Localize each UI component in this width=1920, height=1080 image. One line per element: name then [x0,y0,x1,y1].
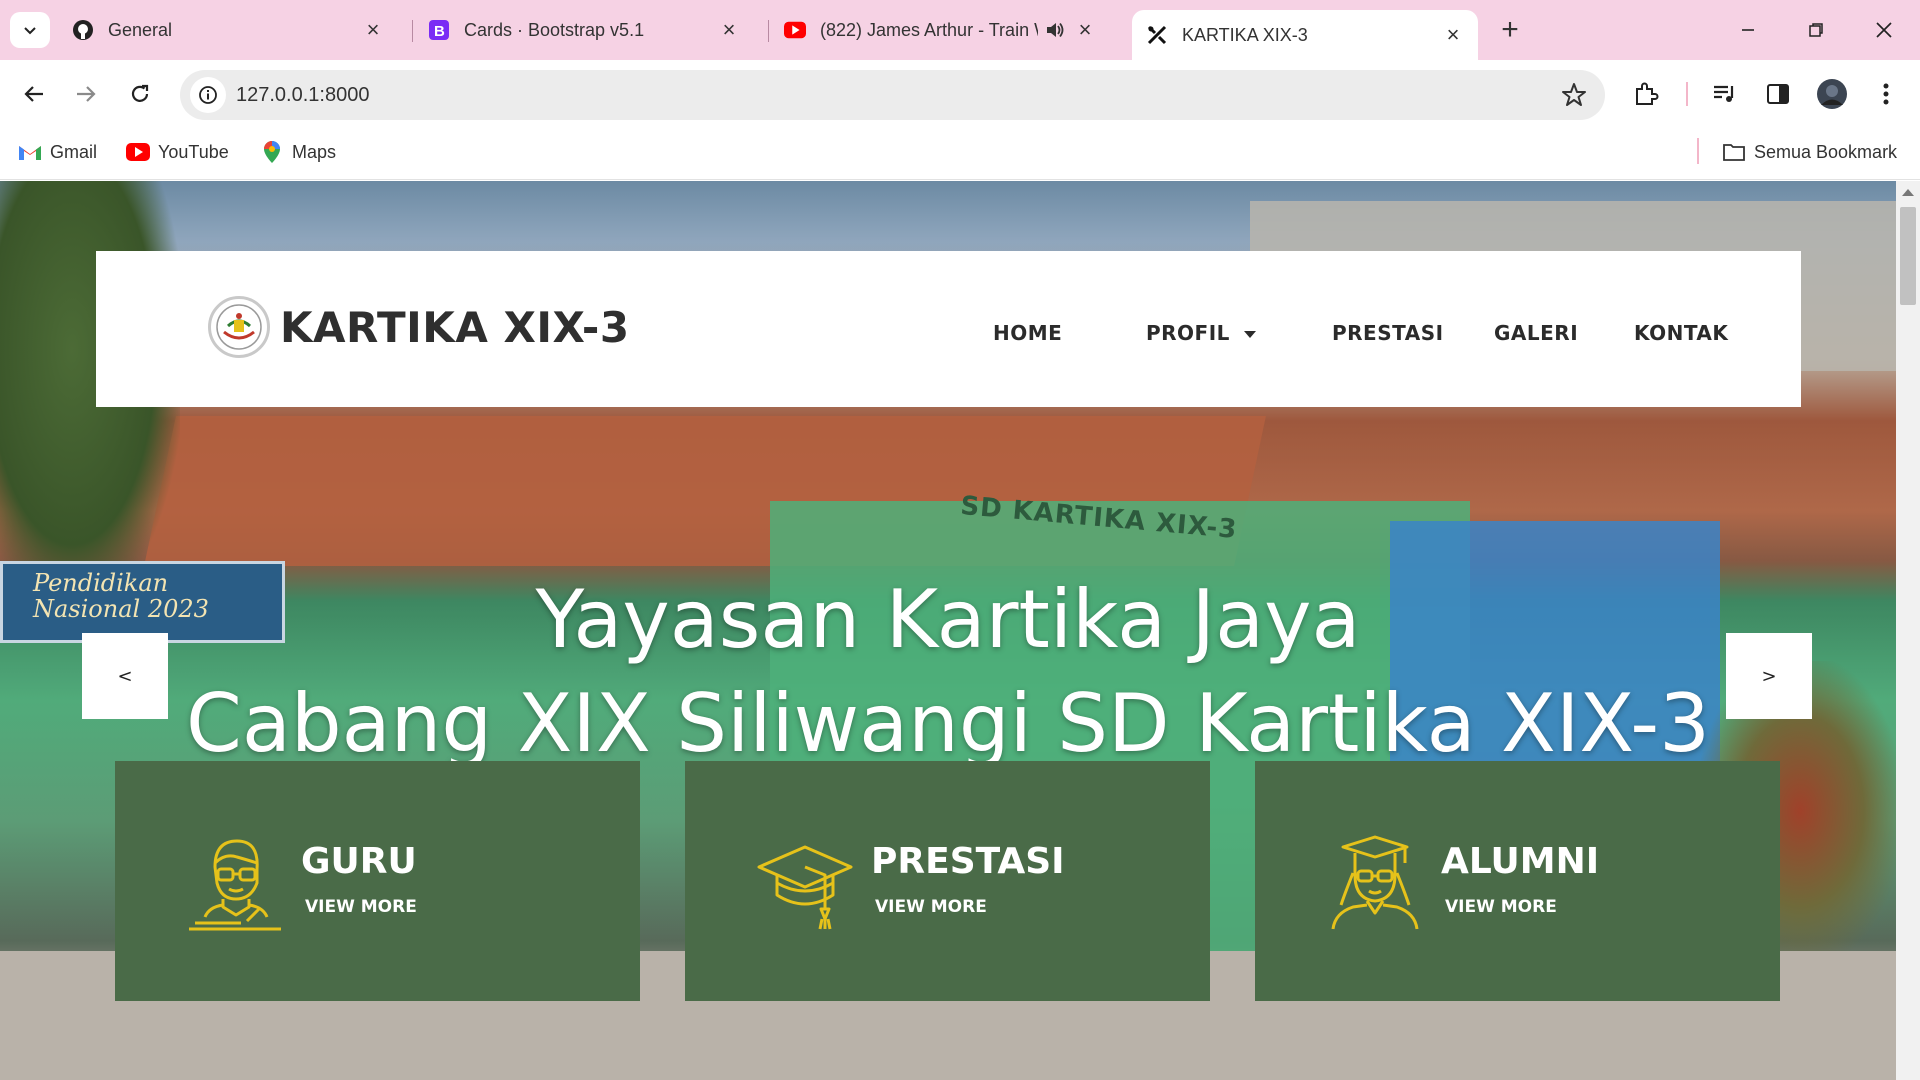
all-bookmarks[interactable]: Semua Bookmark [1722,140,1897,164]
reload-icon [131,84,149,102]
media-control-icon[interactable] [1706,76,1742,112]
forward-button[interactable] [66,74,106,114]
bookmarks-bar: Gmail YouTube Maps Semua Bookmark [0,128,1920,180]
speaker-icon[interactable] [1044,19,1066,41]
reload-button[interactable] [120,74,160,114]
new-tab-button[interactable]: + [1494,13,1526,46]
extensions-icon[interactable] [1628,76,1664,112]
scroll-thumb[interactable] [1900,207,1916,305]
close-icon[interactable]: × [1442,22,1464,47]
minimize-button[interactable] [1728,12,1768,48]
site-info-icon[interactable] [190,77,226,113]
minimize-icon [1742,29,1754,31]
close-window-button[interactable] [1864,12,1904,48]
hero-title-line-1: Yayasan Kartika Jaya [535,573,1361,666]
tab-title: Cards · Bootstrap v5.1 [464,19,645,40]
card-guru[interactable]: GURU VIEW MORE [115,761,640,1001]
youtube-icon [126,140,150,164]
restore-icon [1809,23,1823,37]
url-text[interactable]: 127.0.0.1:8000 [236,84,369,107]
bookmark-label: YouTube [158,141,229,162]
folder-icon [1722,140,1746,164]
tab-title: General [108,19,173,40]
tab-title: KARTIKA XIX-3 [1182,24,1308,45]
site-icon [1146,24,1168,46]
arrow-right-icon [77,86,96,102]
bookmark-star-icon[interactable] [1561,82,1587,113]
close-icon[interactable]: × [718,17,740,42]
svg-text:B: B [434,23,445,40]
close-icon[interactable]: × [362,17,384,42]
nav-home[interactable]: HOME [993,321,1062,345]
site-navbar: KARTIKA XIX-3 HOME PROFIL PRESTASI GALER… [96,251,1801,407]
card-prestasi[interactable]: PRESTASI VIEW MORE [685,761,1210,1001]
card-title: PRESTASI [871,841,1065,882]
menu-kebab-icon[interactable] [1868,76,1904,112]
tab-title: (822) James Arthur - Train W [820,19,1038,40]
bookmark-label: Gmail [50,141,98,162]
nav-galeri[interactable]: GALERI [1494,321,1578,345]
caret-down-icon [1243,331,1256,338]
tab-general[interactable]: General × [58,10,398,50]
chevron-down-icon [24,27,36,35]
view-more-link[interactable]: VIEW MORE [875,897,987,917]
maps-icon [260,140,284,164]
scroll-up-arrow-icon[interactable] [1902,189,1914,196]
tab-strip: General × B Cards · Bootstrap v5.1 × (82… [0,0,1920,60]
github-icon [72,19,94,41]
bookmark-maps[interactable]: Maps [260,140,336,164]
bootstrap-icon: B [428,19,450,41]
hero-title-line-2: Cabang XIX Siliwangi SD Kartika XIX-3 [185,677,1711,770]
nav-prestasi[interactable]: PRESTASI [1332,321,1444,345]
graduation-cap-icon [757,845,853,930]
card-title: ALUMNI [1441,841,1600,882]
tab-bootstrap[interactable]: B Cards · Bootstrap v5.1 × [414,10,754,50]
profile-avatar[interactable] [1814,76,1850,112]
carousel-prev-button[interactable]: < [82,633,168,719]
close-icon[interactable]: × [1074,17,1096,42]
nav-profil[interactable]: PROFIL [1146,321,1256,345]
tab-youtube[interactable]: (822) James Arthur - Train W × [770,10,1110,50]
arrow-left-icon [24,86,43,102]
back-button[interactable] [14,74,54,114]
browser-toolbar: 127.0.0.1:8000 [0,60,1920,128]
tab-kartika[interactable]: KARTIKA XIX-3 × [1132,10,1478,60]
view-more-link[interactable]: VIEW MORE [305,897,417,917]
view-more-link[interactable]: VIEW MORE [1445,897,1557,917]
nav-kontak[interactable]: KONTAK [1634,321,1728,345]
tab-search-button[interactable] [10,12,50,48]
card-alumni[interactable]: ALUMNI VIEW MORE [1255,761,1780,1001]
school-logo[interactable] [208,296,270,358]
side-panel-icon[interactable] [1760,76,1796,112]
address-bar[interactable]: 127.0.0.1:8000 [180,70,1605,120]
gmail-icon [18,140,42,164]
youtube-icon [784,19,806,41]
carousel-next-button[interactable]: > [1726,633,1812,719]
bookmark-label: Maps [292,141,337,162]
close-icon [1876,22,1892,38]
page-scrollbar[interactable] [1896,181,1920,1080]
bookmark-gmail[interactable]: Gmail [18,140,97,164]
card-title: GURU [301,841,417,882]
teacher-icon [189,839,281,931]
site-brand[interactable]: KARTIKA XIX-3 [280,303,630,352]
restore-button[interactable] [1796,12,1836,48]
graduate-icon [1331,835,1419,930]
bookmark-label: Semua Bookmark [1754,141,1898,162]
page-viewport: SD KARTIKA XIX-3 Pendidikan Nasional 202… [0,181,1896,1080]
bookmark-youtube[interactable]: YouTube [126,140,229,164]
